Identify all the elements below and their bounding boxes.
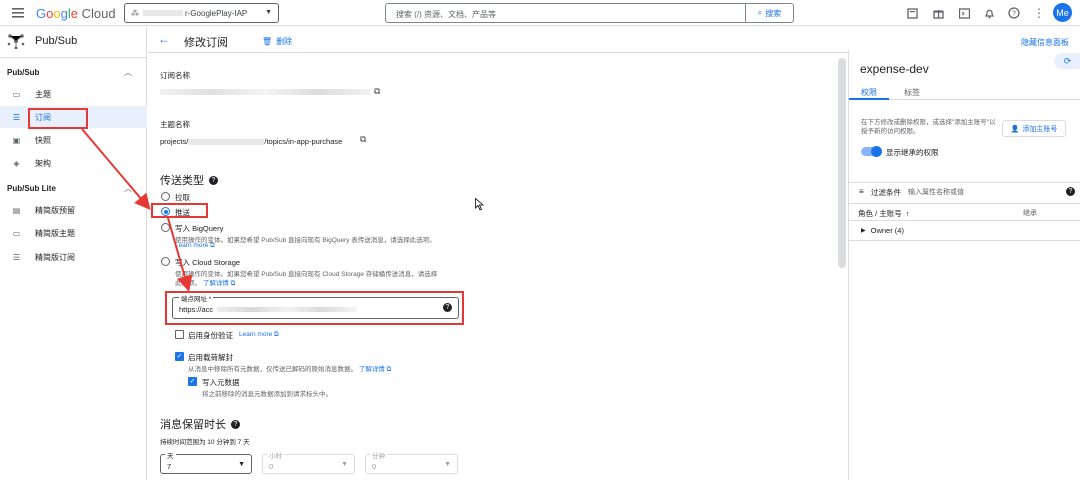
- panel-tabs: 权限 标签: [849, 86, 1080, 100]
- expand-arrow-icon: ▶: [861, 228, 866, 234]
- assistant-icon[interactable]: ⟳: [1054, 53, 1080, 69]
- filter-label: 过滤条件: [871, 188, 901, 197]
- filter-icon: ≡: [859, 187, 864, 196]
- active-tab-indicator: [849, 98, 889, 100]
- col-inherit-header: 继承: [1023, 210, 1037, 217]
- panel-description: 在下方修改或删除权限，或选择"添加主账号"以授予新的访问权限。: [861, 119, 996, 135]
- divider: [849, 220, 1080, 221]
- inherited-label: 显示继承的权限: [886, 148, 939, 157]
- panel-title: expense-dev: [860, 62, 929, 76]
- inherited-toggle[interactable]: [861, 146, 882, 157]
- owner-row[interactable]: ▶ Owner (4): [861, 226, 904, 235]
- add-person-icon: 👤: [1010, 125, 1020, 133]
- main-scrollbar[interactable]: [838, 58, 846, 268]
- help-icon[interactable]: ?: [1066, 187, 1075, 196]
- divider: [849, 240, 1080, 241]
- mouse-cursor-icon: [475, 198, 484, 211]
- sort-arrow-icon: ↑: [905, 209, 910, 218]
- tab-labels[interactable]: 标签: [904, 87, 920, 98]
- col-role-header[interactable]: 角色 / 主账号 ↑: [858, 208, 910, 219]
- add-principal-button[interactable]: 👤 添加主账号: [1002, 120, 1066, 137]
- filter-input[interactable]: 输入属性名称或值: [908, 187, 964, 197]
- divider: [849, 182, 1080, 183]
- divider: [849, 203, 1080, 204]
- tab-permissions[interactable]: 权限: [861, 87, 877, 98]
- info-panel: expense-dev ⟳ 权限 标签 在下方修改或删除权限，或选择"添加主账号…: [848, 50, 1080, 480]
